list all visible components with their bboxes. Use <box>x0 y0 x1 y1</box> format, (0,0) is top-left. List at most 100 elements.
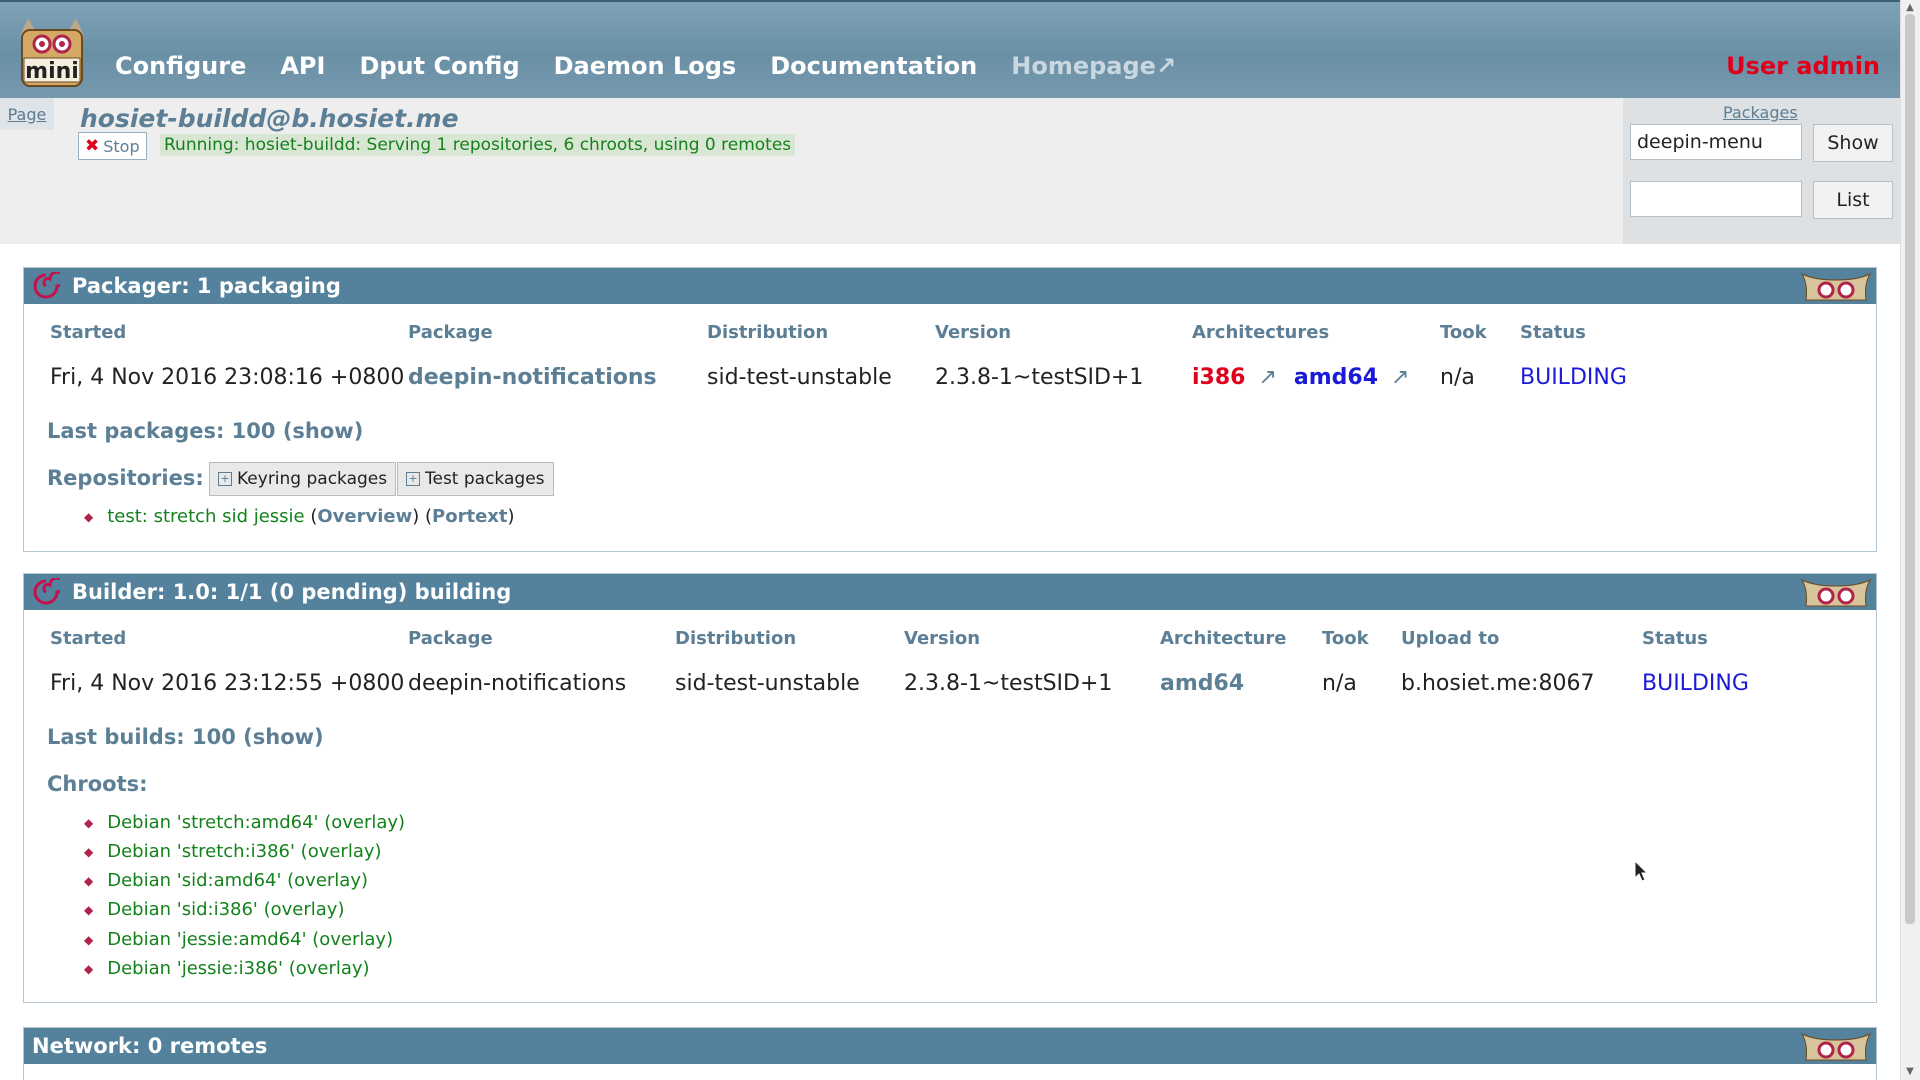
col-package: Package <box>408 322 493 343</box>
packager-status[interactable]: BUILDING <box>1520 365 1627 390</box>
packager-took: n/a <box>1440 365 1475 390</box>
chroot-item: ◆ Debian 'jessie:i386' (overlay) <box>84 958 370 979</box>
test-packages-button[interactable]: + Test packages <box>397 462 554 496</box>
show-button[interactable]: Show <box>1813 124 1893 162</box>
network-section: Network: 0 remotes <box>23 1027 1877 1080</box>
last-packages: Last packages: 100 (show) <box>47 419 363 443</box>
network-title: Network: 0 remotes <box>32 1034 268 1058</box>
expand-icon: + <box>218 472 232 486</box>
main-nav: Configure API Dput Config Daemon Logs Do… <box>115 52 1176 80</box>
nav-configure[interactable]: Configure <box>115 52 246 80</box>
debian-swirl-icon <box>33 272 60 299</box>
builder-header: Builder: 1.0: 1/1 (0 pending) building <box>24 574 1876 610</box>
external-link-icon[interactable]: ↗ <box>1391 365 1409 390</box>
test-packages-label: Test packages <box>425 469 545 489</box>
col-distribution: Distribution <box>707 322 829 343</box>
col-version: Version <box>904 628 981 649</box>
daemon-status-text: Running: hosiet-buildd: Serving 1 reposi… <box>160 134 796 156</box>
keyring-packages-button[interactable]: + Keyring packages <box>209 462 397 496</box>
packages-link[interactable]: Packages <box>1723 103 1798 122</box>
last-packages-show-link[interactable]: show <box>292 419 353 443</box>
packager-title: Packager: 1 packaging <box>72 274 341 298</box>
builder-version: 2.3.8-1~testSID+1 <box>904 671 1113 696</box>
daemon-identity[interactable]: hosiet-buildd@b.hosiet.me <box>80 104 459 133</box>
packager-distribution: sid-test-unstable <box>707 365 892 390</box>
top-navigation-bar: mini Configure API Dput Config Daemon Lo… <box>0 0 1900 100</box>
chroot-name[interactable]: Debian 'jessie:amd64' (overlay) <box>107 929 393 950</box>
builder-status[interactable]: BUILDING <box>1642 671 1749 696</box>
col-status: Status <box>1520 322 1586 343</box>
col-started: Started <box>50 628 127 649</box>
builder-upload-to: b.hosiet.me:8067 <box>1401 671 1595 696</box>
mouse-cursor-icon <box>1634 860 1648 882</box>
last-packages-close: ) <box>353 419 364 443</box>
col-upload-to: Upload to <box>1401 628 1500 649</box>
mini-buildd-logo-icon[interactable]: mini <box>14 14 90 90</box>
list-button[interactable]: List <box>1813 181 1893 219</box>
chroot-name[interactable]: Debian 'sid:i386' (overlay) <box>107 899 344 920</box>
nav-documentation[interactable]: Documentation <box>770 52 977 80</box>
scrollbar-thumb[interactable] <box>1905 14 1915 924</box>
bullet-icon: ◆ <box>84 961 94 976</box>
builder-package: deepin-notifications <box>408 671 627 696</box>
repository-name[interactable]: test: stretch sid jessie <box>107 506 304 527</box>
nav-daemon-logs[interactable]: Daemon Logs <box>554 52 737 80</box>
col-took: Took <box>1322 628 1369 649</box>
scroll-down-icon[interactable]: ▼ <box>1902 1066 1918 1077</box>
last-builds: Last builds: 100 (show) <box>47 725 324 749</box>
col-package: Package <box>408 628 493 649</box>
chroot-item: ◆ Debian 'sid:i386' (overlay) <box>84 899 344 920</box>
bullet-icon: ◆ <box>84 844 94 859</box>
chroot-name[interactable]: Debian 'stretch:i386' (overlay) <box>107 841 381 862</box>
package-list-input[interactable] <box>1630 181 1802 217</box>
debian-swirl-icon <box>33 578 60 605</box>
last-builds-label: Last builds: 100 ( <box>47 725 253 749</box>
arch-i386-link[interactable]: i386 <box>1192 365 1245 390</box>
packager-section: Packager: 1 packaging Started Package Di… <box>23 267 1877 552</box>
bullet-icon: ◆ <box>84 815 94 830</box>
nav-homepage[interactable]: Homepage↗ <box>1011 52 1176 80</box>
chroot-name[interactable]: Debian 'jessie:i386' (overlay) <box>107 958 369 979</box>
bullet-icon: ◆ <box>84 902 94 917</box>
repositories-label: Repositories: <box>47 466 204 490</box>
repository-overview-link[interactable]: Overview <box>317 506 412 527</box>
package-search-input[interactable] <box>1630 124 1802 160</box>
page-tab[interactable]: Page <box>0 98 54 130</box>
builder-took: n/a <box>1322 671 1357 696</box>
builder-started: Fri, 4 Nov 2016 23:12:55 +0800 <box>50 671 405 696</box>
last-builds-close: ) <box>314 725 324 749</box>
mask-icon <box>1800 1032 1872 1061</box>
builder-title: Builder: 1.0: 1/1 (0 pending) building <box>72 580 512 604</box>
keyring-packages-label: Keyring packages <box>237 469 388 489</box>
chroot-name[interactable]: Debian 'sid:amd64' (overlay) <box>107 870 368 891</box>
repository-item: ◆ test: stretch sid jessie (Overview) (P… <box>84 506 515 527</box>
repository-portext-link[interactable]: Portext <box>432 506 507 527</box>
scroll-up-icon[interactable]: ▲ <box>1902 2 1918 13</box>
nav-api[interactable]: API <box>280 52 325 80</box>
last-packages-label: Last packages: 100 ( <box>47 419 293 443</box>
stop-button[interactable]: ✖ Stop <box>78 132 147 160</box>
bullet-icon: ◆ <box>84 932 94 947</box>
builder-architecture-link[interactable]: amd64 <box>1160 671 1244 696</box>
chroot-item: ◆ Debian 'stretch:i386' (overlay) <box>84 841 382 862</box>
col-architectures: Architectures <box>1192 322 1330 343</box>
packager-version: 2.3.8-1~testSID+1 <box>935 365 1144 390</box>
packager-started: Fri, 4 Nov 2016 23:08:16 +0800 <box>50 365 405 390</box>
nav-dput-config[interactable]: Dput Config <box>359 52 519 80</box>
expand-icon: + <box>406 472 420 486</box>
chroot-item: ◆ Debian 'sid:amd64' (overlay) <box>84 870 368 891</box>
mask-icon <box>1800 272 1872 301</box>
external-link-icon[interactable]: ↗ <box>1258 365 1276 390</box>
chroot-name[interactable]: Debian 'stretch:amd64' (overlay) <box>107 812 405 833</box>
network-header: Network: 0 remotes <box>24 1028 1876 1064</box>
chroot-item: ◆ Debian 'jessie:amd64' (overlay) <box>84 929 393 950</box>
arch-amd64-link[interactable]: amd64 <box>1294 365 1378 390</box>
col-version: Version <box>935 322 1012 343</box>
last-builds-show-link[interactable]: show <box>253 725 314 749</box>
mask-icon <box>1800 578 1872 607</box>
user-link[interactable]: User admin <box>1726 52 1880 80</box>
packager-package-link[interactable]: deepin-notifications <box>408 365 657 390</box>
col-started: Started <box>50 322 127 343</box>
close-icon: ✖ <box>85 136 100 156</box>
builder-distribution: sid-test-unstable <box>675 671 860 696</box>
